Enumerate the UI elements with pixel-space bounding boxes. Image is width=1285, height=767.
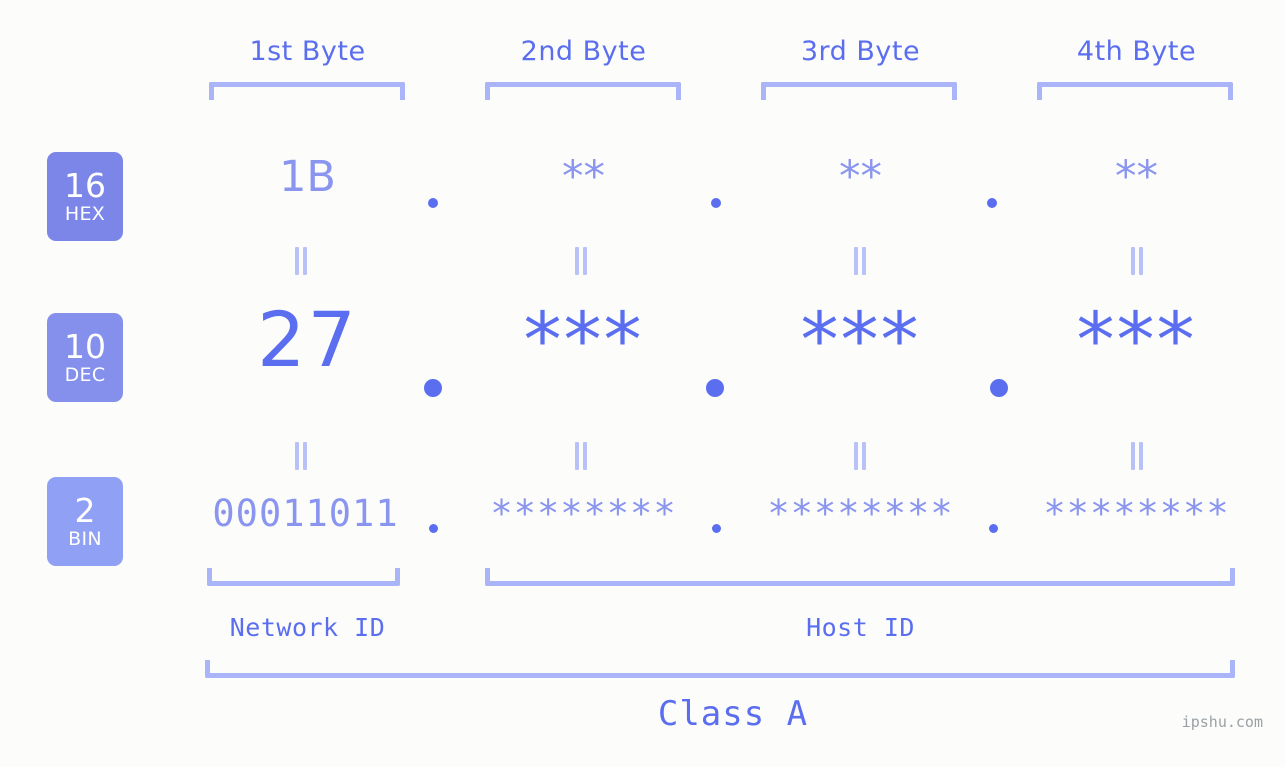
dec-dot-separator-1	[424, 379, 442, 397]
byte-header-label-4: 4th Byte	[1076, 36, 1197, 67]
network-id-label: Network ID	[229, 613, 386, 642]
hex-byte-value-1: 1B	[279, 152, 336, 202]
dec-byte-value-2: ***	[523, 295, 644, 384]
site-watermark: ipshu.com	[1181, 713, 1263, 731]
base-badge-bin[interactable]: 2 BIN	[47, 477, 123, 566]
base-badge-dec[interactable]: 10 DEC	[47, 313, 123, 402]
byte-header-label-1: 1st Byte	[249, 36, 366, 67]
equals-marker-hex-dec-3	[853, 247, 867, 275]
ip-address-breakdown-diagram: 1st Byte 2nd Byte 3rd Byte 4th Byte 16 H…	[0, 0, 1285, 767]
dec-dot-separator-3	[990, 379, 1008, 397]
base-badge-dec-name: DEC	[64, 363, 106, 386]
hex-byte-value-4: **	[1115, 152, 1158, 202]
base-badge-bin-number: 2	[74, 490, 96, 530]
bin-dot-separator-2	[712, 524, 721, 533]
host-id-label: Host ID	[806, 613, 915, 642]
bin-byte-value-1: 00011011	[212, 492, 399, 535]
equals-marker-dec-bin-1	[294, 442, 308, 470]
bin-byte-value-4: ********	[1043, 492, 1230, 535]
class-bracket	[205, 660, 1235, 678]
equals-marker-dec-bin-2	[574, 442, 588, 470]
bin-dot-separator-3	[989, 524, 998, 533]
base-badge-hex-number: 16	[64, 165, 106, 205]
dec-byte-value-4: ***	[1076, 295, 1197, 384]
base-badge-bin-name: BIN	[68, 527, 102, 550]
byte-header-label-3: 3rd Byte	[800, 36, 921, 67]
byte-bracket-top-2	[485, 82, 681, 100]
equals-marker-dec-bin-4	[1130, 442, 1144, 470]
bin-byte-value-2: ********	[490, 492, 677, 535]
dec-byte-value-3: ***	[800, 295, 921, 384]
bin-dot-separator-1	[429, 524, 438, 533]
byte-bracket-top-3	[761, 82, 957, 100]
byte-header-label-2: 2nd Byte	[520, 36, 647, 67]
equals-marker-hex-dec-1	[294, 247, 308, 275]
base-badge-hex[interactable]: 16 HEX	[47, 152, 123, 241]
class-label: Class A	[657, 694, 809, 734]
equals-marker-dec-bin-3	[853, 442, 867, 470]
byte-bracket-top-1	[209, 82, 405, 100]
host-id-bracket	[485, 568, 1235, 586]
network-id-bracket	[207, 568, 400, 586]
base-badge-hex-name: HEX	[64, 202, 106, 225]
dec-byte-value-1: 27	[257, 295, 358, 384]
hex-byte-value-2: **	[562, 152, 605, 202]
dec-dot-separator-2	[706, 379, 724, 397]
hex-dot-separator-2	[711, 198, 721, 208]
base-badge-dec-number: 10	[64, 326, 106, 366]
byte-bracket-top-4	[1037, 82, 1233, 100]
equals-marker-hex-dec-2	[574, 247, 588, 275]
hex-dot-separator-1	[428, 198, 438, 208]
bin-byte-value-3: ********	[767, 492, 954, 535]
hex-byte-value-3: **	[839, 152, 882, 202]
hex-dot-separator-3	[987, 198, 997, 208]
equals-marker-hex-dec-4	[1130, 247, 1144, 275]
